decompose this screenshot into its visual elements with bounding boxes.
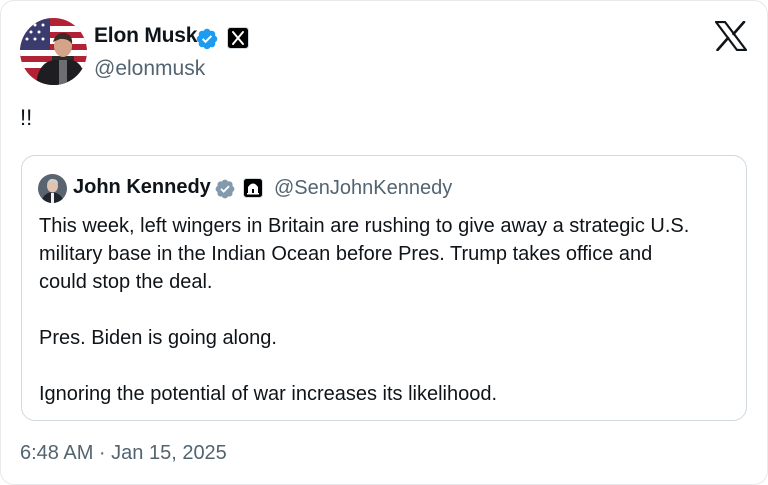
government-building-icon (243, 178, 263, 198)
blue-verified-badge-icon (196, 28, 218, 50)
tweet-timestamp[interactable]: 6:48 AM · Jan 15, 2025 (20, 442, 227, 465)
quoted-author-avatar[interactable] (38, 174, 67, 203)
x-logo-icon[interactable] (715, 21, 747, 51)
quoted-line: military base in the Indian Ocean before… (39, 243, 653, 265)
quoted-author-name[interactable]: John Kennedy (73, 176, 211, 199)
tweet-card[interactable]: Elon Musk @elonmusk !! John Kennedy @Sen… (0, 0, 768, 485)
quoted-paragraph-1: This week, left wingers in Britain are r… (39, 212, 739, 296)
x-affiliation-icon (227, 27, 249, 49)
quoted-paragraph-3: Ignoring the potential of war increases … (39, 380, 739, 408)
quoted-tweet[interactable]: John Kennedy @SenJohnKennedy This week, … (21, 155, 747, 421)
quoted-line: could stop the deal. (39, 271, 213, 293)
tweet-text: !! (20, 105, 33, 130)
quoted-line: This week, left wingers in Britain are r… (39, 215, 690, 237)
gray-verified-badge-icon (215, 179, 235, 199)
quoted-line: Ignoring the potential of war increases … (39, 383, 498, 405)
author-handle[interactable]: @elonmusk (94, 57, 205, 81)
quoted-author-handle[interactable]: @SenJohnKennedy (274, 177, 452, 200)
author-avatar[interactable] (20, 18, 87, 85)
quoted-paragraph-2: Pres. Biden is going along. (39, 324, 739, 352)
quoted-tweet-text: This week, left wingers in Britain are r… (39, 212, 739, 408)
quoted-line: Pres. Biden is going along. (39, 327, 277, 349)
author-name[interactable]: Elon Musk (94, 24, 197, 48)
